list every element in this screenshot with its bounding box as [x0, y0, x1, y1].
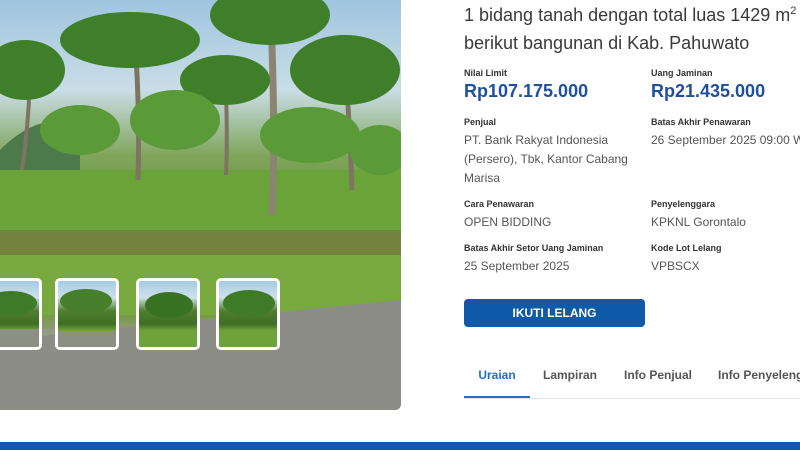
title-line-1: 1 bidang tanah dengan total luas 1429 m	[464, 5, 791, 25]
field-value: KPKNL Gorontalo	[651, 215, 746, 229]
field-label: Batas Akhir Setor Uang Jaminan	[464, 243, 604, 253]
field-cara-penawaran: Cara Penawaran OPEN BIDDING	[464, 199, 551, 232]
thumbnail-4[interactable]	[216, 278, 280, 350]
field-value: 26 September 2025 09:00 WITA	[651, 133, 800, 147]
tab-info-penyelenggara[interactable]: Info Penyelenggara	[718, 360, 800, 396]
price-value: Rp107.175.000	[464, 81, 589, 101]
main-photo[interactable]	[0, 0, 401, 410]
field-label: Batas Akhir Penawaran	[651, 117, 751, 127]
field-batas-akhir-penawaran: Batas Akhir Penawaran 26 September 2025 …	[651, 117, 800, 150]
field-label: Kode Lot Lelang	[651, 243, 722, 253]
field-penyelenggara: Penyelenggara KPKNL Gorontalo	[651, 199, 746, 232]
ikuti-lelang-button[interactable]: IKUTI LELANG	[464, 299, 645, 327]
field-uang-jaminan: Uang Jaminan Rp21.435.000	[651, 68, 765, 102]
price-value: Rp21.435.000	[651, 81, 766, 101]
field-nilai-limit: Nilai Limit Rp107.175.000	[464, 68, 588, 102]
thumbnail-3[interactable]	[136, 278, 200, 350]
thumbnail-strip	[0, 278, 401, 354]
detail-tabs: Uraian Lampiran Info Penjual Info Penyel…	[464, 360, 800, 399]
field-label: Penjual	[464, 117, 497, 127]
field-label: Cara Penawaran	[464, 199, 535, 209]
title-line-2: berikut bangunan di Kab. Pahuwato	[464, 33, 750, 53]
field-value: PT. Bank Rakyat Indonesia (Persero), Tbk…	[464, 133, 628, 185]
field-label: Uang Jaminan	[651, 68, 713, 78]
tab-info-penjual[interactable]: Info Penjual	[624, 360, 692, 396]
field-penjual: Penjual PT. Bank Rakyat Indonesia (Perse…	[464, 117, 639, 188]
field-value: VPBSCX	[651, 259, 700, 273]
area-unit-superscript: 2	[790, 5, 797, 17]
thumbnail-2[interactable]	[55, 278, 119, 350]
field-kode-lot: Kode Lot Lelang VPBSCX	[651, 243, 722, 276]
field-batas-setor: Batas Akhir Setor Uang Jaminan 25 Septem…	[464, 243, 603, 276]
field-value: 25 September 2025	[464, 259, 570, 273]
tab-uraian[interactable]: Uraian	[464, 360, 530, 398]
listing-title: 1 bidang tanah dengan total luas 1429 m2…	[464, 1, 800, 57]
footer-bar	[0, 442, 800, 450]
field-label: Penyelenggara	[651, 199, 716, 209]
field-label: Nilai Limit	[464, 68, 508, 78]
tab-lampiran[interactable]: Lampiran	[543, 360, 597, 396]
thumbnail-1[interactable]	[0, 278, 42, 350]
field-value: OPEN BIDDING	[464, 215, 552, 229]
